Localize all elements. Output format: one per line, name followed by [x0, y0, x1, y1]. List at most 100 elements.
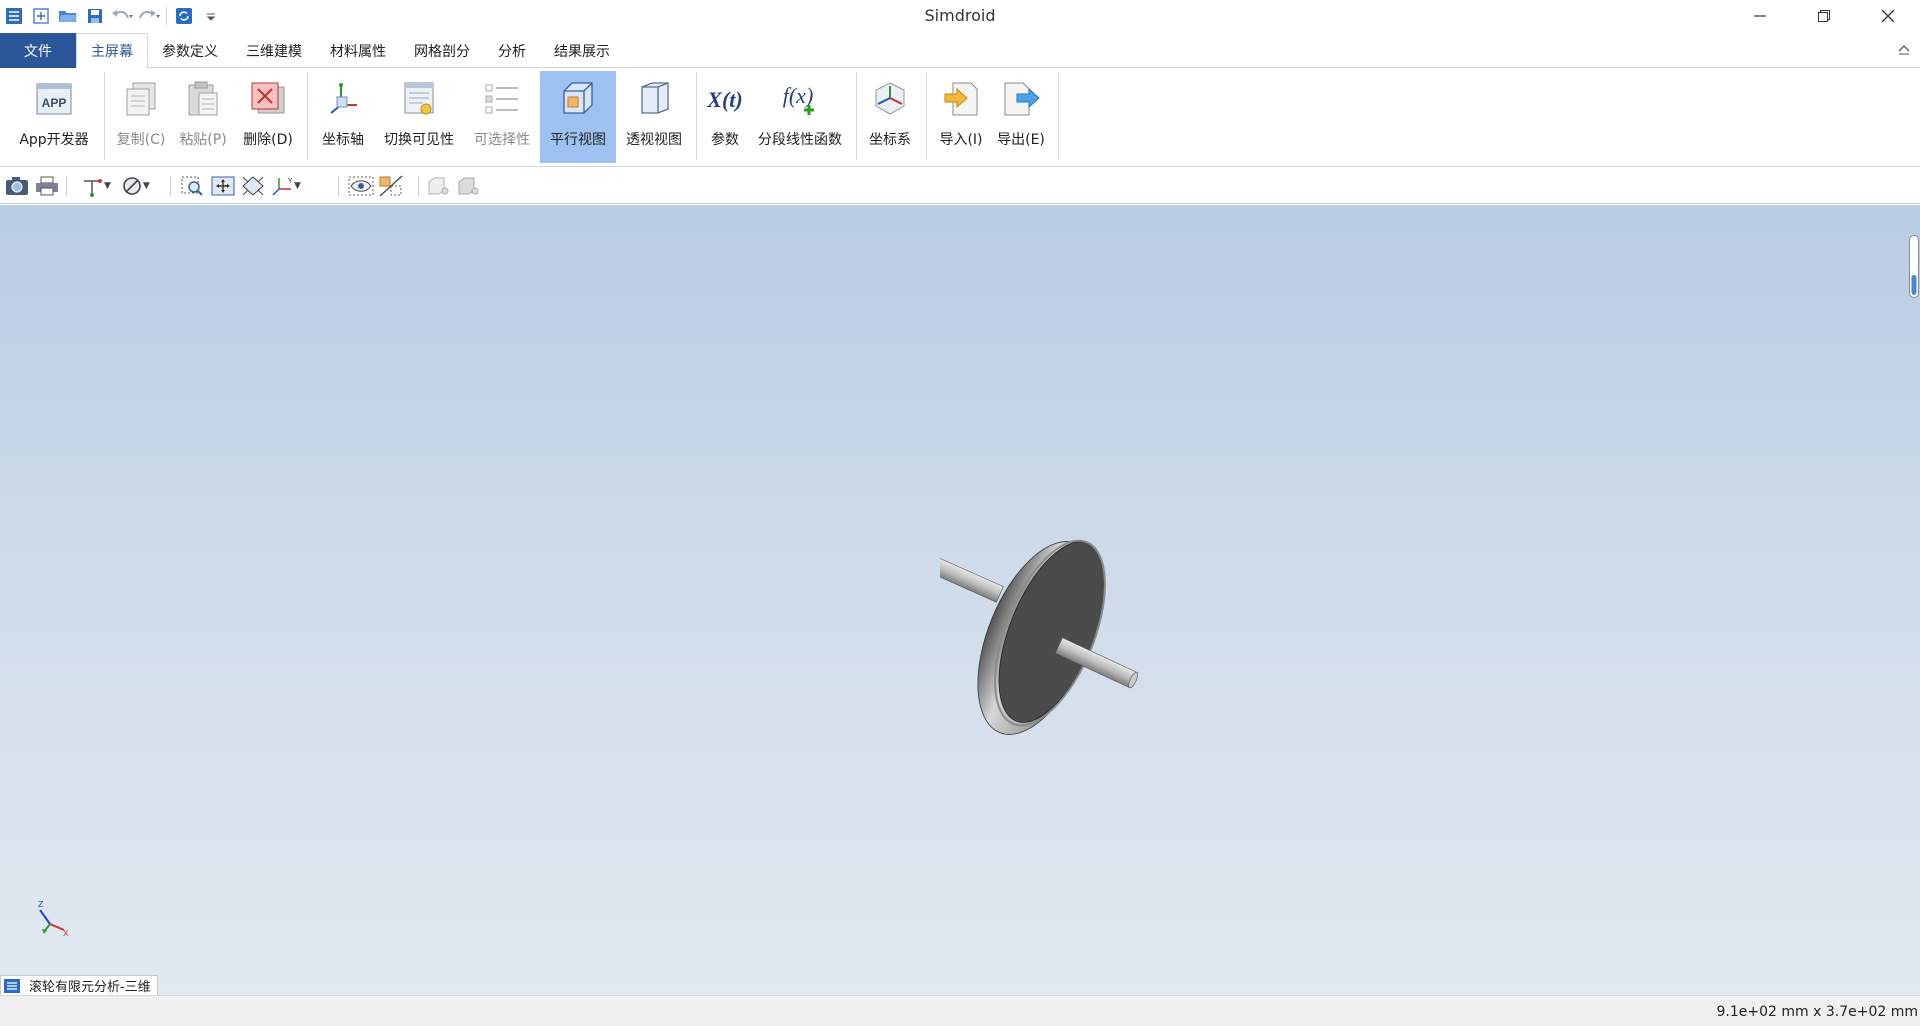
paste-button[interactable]: 粘贴(P) [172, 71, 234, 163]
view-toolbar-group-2: ▼ ▼ [78, 173, 150, 199]
selectability-icon [481, 77, 523, 121]
zoom-window-icon[interactable] [178, 173, 208, 199]
toggle-visibility-button[interactable]: 切换可见性 [374, 71, 464, 163]
ribbon-group-display: 坐标轴 切换可见性 可选择性 平行视图 透视视图 [312, 71, 692, 163]
view-toolbar-group-5 [424, 173, 484, 199]
svg-text:Y: Y [287, 177, 293, 185]
view-toolbar-group-3: Y ▼ [178, 173, 301, 199]
tab-analysis[interactable]: 分析 [484, 33, 540, 68]
status-bar: 9.1e+02 mm x 3.7e+02 mm [0, 995, 1920, 1026]
coordinate-system-label: 坐标系 [869, 132, 911, 148]
copy-icon [120, 77, 162, 121]
fit-all-icon[interactable] [208, 173, 238, 199]
tab-material-properties[interactable]: 材料属性 [316, 33, 400, 68]
axis-triad: Z X [36, 898, 70, 942]
copy-label: 复制(C) [116, 132, 166, 148]
minimize-button[interactable] [1728, 0, 1792, 32]
delete-label: 删除(D) [243, 132, 293, 148]
axes-icon [322, 77, 364, 121]
visibility-eye-icon[interactable] [346, 173, 376, 199]
app-title: Simdroid [924, 6, 996, 25]
perspective-view-label: 透视视图 [626, 132, 682, 148]
coordinate-system-button[interactable]: 坐标系 [862, 71, 918, 163]
ribbon-separator [856, 72, 857, 160]
ribbon-separator [104, 72, 105, 160]
chevron-down-icon[interactable]: ▼ [104, 181, 111, 191]
print-icon[interactable] [32, 173, 62, 199]
parallel-view-button[interactable]: 平行视图 [540, 71, 616, 163]
ribbon-tab-bar: 文件 主屏幕 参数定义 三维建模 材料属性 网格剖分 分析 结果展示 [0, 33, 1920, 69]
viewport-scrollbar[interactable] [1908, 235, 1920, 305]
tab-3d-modeling[interactable]: 三维建模 [232, 33, 316, 68]
toolbar-separator [418, 176, 419, 196]
ribbon-group-app: APP App开发器 [6, 71, 102, 163]
toggle-visibility-label: 切换可见性 [384, 132, 454, 148]
window-controls [1728, 0, 1920, 32]
app-developer-label: App开发器 [19, 132, 89, 148]
ribbon-group-coords: 坐标系 [862, 71, 918, 163]
toolbar-separator [338, 176, 339, 196]
svg-text:X: X [63, 929, 69, 938]
import-icon [940, 77, 982, 121]
tab-results[interactable]: 结果展示 [540, 33, 624, 68]
title-bar: Simdroid [0, 0, 1920, 32]
perspective-view-button[interactable]: 透视视图 [616, 71, 692, 163]
export-icon [1000, 77, 1042, 121]
parameters-button[interactable]: X(t) 参数 [700, 71, 750, 163]
import-button[interactable]: 导入(I) [932, 71, 990, 163]
piecewise-function-button[interactable]: f(x) 分段线性函数 [750, 71, 850, 163]
document-icon [3, 978, 21, 994]
ribbon-separator [926, 72, 927, 160]
roller-wheel-model[interactable] [929, 530, 1150, 754]
light-box-alt-icon[interactable] [454, 173, 484, 199]
app-developer-button[interactable]: APP App开发器 [6, 71, 102, 163]
tab-parameter-definition[interactable]: 参数定义 [148, 33, 232, 68]
view-toolbar-group-1 [2, 173, 62, 199]
svg-text:f(x): f(x) [783, 83, 814, 108]
parallel-view-label: 平行视图 [550, 132, 606, 148]
document-tab-bar: 滚轮有限元分析-三维 [0, 975, 1920, 995]
light-box-icon[interactable] [424, 173, 454, 199]
ribbon-separator [1058, 72, 1059, 160]
chevron-down-icon[interactable]: ▼ [143, 181, 150, 191]
delete-icon [247, 77, 289, 121]
svg-text:Z: Z [38, 900, 44, 909]
restore-button[interactable] [1792, 0, 1856, 32]
tab-file[interactable]: 文件 [0, 33, 76, 68]
view-toolbar-group-4 [346, 173, 406, 199]
screenshot-camera-icon[interactable] [2, 173, 32, 199]
tab-meshing[interactable]: 网格剖分 [400, 33, 484, 68]
toolbar-separator [170, 176, 171, 196]
3d-viewport[interactable]: Z X [0, 205, 1920, 995]
ribbon-group-functions: X(t) 参数 f(x) 分段线性函数 [700, 71, 850, 163]
tab-home[interactable]: 主屏幕 [76, 33, 148, 69]
model-dimensions: 9.1e+02 mm x 3.7e+02 mm [1716, 1004, 1918, 1020]
delete-button[interactable]: 删除(D) [234, 71, 302, 163]
ribbon-tabs: 主屏幕 参数定义 三维建模 材料属性 网格剖分 分析 结果展示 [76, 33, 624, 69]
perspective-view-icon [633, 77, 675, 121]
ribbon-separator [696, 72, 697, 160]
rotate-view-icon[interactable] [238, 173, 268, 199]
document-tab[interactable]: 滚轮有限元分析-三维 [0, 975, 158, 995]
piecewise-function-label: 分段线性函数 [758, 132, 842, 148]
selectability-label: 可选择性 [474, 132, 530, 148]
chevron-down-icon[interactable]: ▼ [294, 181, 301, 191]
section-plane-icon[interactable] [376, 173, 406, 199]
selectability-button[interactable]: 可选择性 [464, 71, 540, 163]
copy-button[interactable]: 复制(C) [110, 71, 172, 163]
export-label: 导出(E) [997, 132, 1045, 148]
export-button[interactable]: 导出(E) [990, 71, 1052, 163]
ribbon-separator [307, 72, 308, 160]
app-developer-icon: APP [33, 77, 75, 121]
import-label: 导入(I) [939, 132, 983, 148]
collapse-ribbon-icon[interactable] [1896, 41, 1912, 57]
ribbon-group-edit: 复制(C) 粘贴(P) 删除(D) [110, 71, 302, 163]
coordinate-system-icon [869, 77, 911, 121]
svg-text:APP: APP [42, 96, 67, 110]
close-button[interactable] [1856, 0, 1920, 32]
paste-icon [182, 77, 224, 121]
paste-label: 粘贴(P) [179, 132, 227, 148]
axes-button[interactable]: 坐标轴 [312, 71, 374, 163]
piecewise-function-icon: f(x) [779, 77, 821, 121]
view-toolbar: ▼ ▼ Y ▼ [0, 168, 1920, 204]
